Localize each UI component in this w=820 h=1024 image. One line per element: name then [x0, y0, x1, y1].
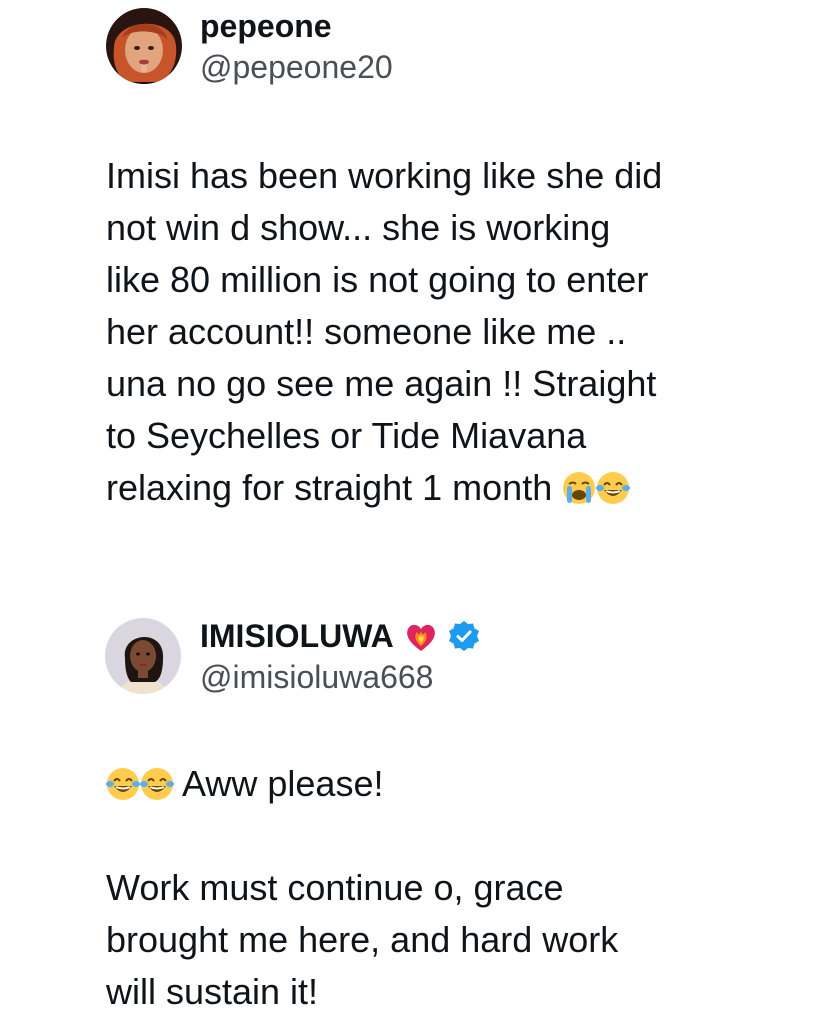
tweet-pepeone: pepeone @pepeone20 Imisi has been workin…	[0, 0, 820, 508]
tweet-line: will sustain it!	[106, 971, 319, 1012]
tweet-line: una no go see me again !! Straight	[106, 363, 657, 404]
tweet-line: brought me here, and hard work	[106, 919, 619, 960]
handle[interactable]: @imisioluwa668	[200, 656, 480, 698]
tweet-line: Work must continue o, grace	[106, 867, 564, 908]
profile-photo-icon	[106, 8, 182, 84]
tweet-header: IMISIOLUWA @imisioluwa668	[0, 610, 820, 710]
tweet-text: Aww please! Work must continue o, grace …	[106, 758, 786, 1018]
heart-on-fire-icon	[404, 619, 438, 653]
tweet-text: Imisi has been working like she did not …	[106, 150, 786, 514]
verified-badge-icon[interactable]	[448, 620, 480, 652]
face-with-tears-of-joy-icon	[596, 471, 631, 505]
tweet-line: not win d show... she is working	[106, 207, 611, 248]
tweet-line: her account!! someone like me ..	[106, 311, 627, 352]
face-with-tears-of-joy-icon	[140, 767, 174, 801]
name-block: pepeone @pepeone20	[200, 6, 393, 88]
avatar[interactable]	[105, 618, 181, 694]
display-name-text[interactable]: pepeone	[200, 6, 332, 46]
tweet-line: relaxing for straight 1 month	[106, 467, 553, 508]
name-block: IMISIOLUWA @imisioluwa668	[200, 616, 480, 698]
tweet-line: to Seychelles or Tide Miavana	[106, 415, 587, 456]
display-name-text[interactable]: IMISIOLUWA	[200, 616, 394, 656]
handle[interactable]: @pepeone20	[200, 46, 393, 88]
tweet-header: pepeone @pepeone20	[0, 0, 820, 100]
display-name[interactable]: pepeone	[200, 6, 393, 46]
display-name[interactable]: IMISIOLUWA	[200, 616, 480, 656]
tweet-line: Imisi has been working like she did	[106, 155, 663, 196]
tweet-line: Aww please!	[182, 763, 384, 804]
tweet-line: like 80 million is not going to enter	[106, 259, 649, 300]
face-with-tears-of-joy-icon	[106, 767, 140, 801]
profile-photo-icon	[105, 618, 181, 694]
tweet-imisioluwa: IMISIOLUWA @imisioluwa668 Aww please! Wo…	[0, 610, 820, 1012]
loudly-crying-face-icon	[562, 471, 596, 505]
avatar[interactable]	[106, 8, 182, 84]
